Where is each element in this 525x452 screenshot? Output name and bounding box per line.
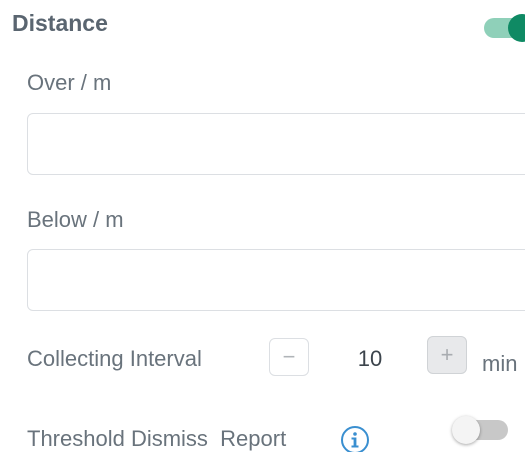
below-input[interactable]: [27, 249, 525, 311]
plus-icon: +: [440, 342, 454, 367]
interval-increment-button[interactable]: +: [427, 336, 467, 374]
distance-enable-toggle[interactable]: [484, 14, 525, 42]
below-label: Below / m: [27, 207, 124, 232]
interval-unit: min: [482, 351, 518, 376]
over-label: Over / m: [27, 70, 112, 95]
over-input[interactable]: [27, 113, 525, 175]
interval-decrement-button[interactable]: −: [269, 338, 309, 376]
interval-value[interactable]: 10: [340, 346, 400, 372]
collecting-interval-label: Collecting Interval: [27, 346, 202, 371]
minus-icon: −: [282, 344, 296, 369]
info-circle-icon[interactable]: [340, 425, 370, 452]
toggle-knob: [452, 416, 480, 444]
distance-settings-panel: Distance Over / m Below / m Collecting I…: [0, 0, 525, 452]
threshold-dismiss-report-label: Threshold Dismiss Report: [27, 426, 287, 451]
section-title: Distance: [12, 10, 108, 36]
threshold-dismiss-toggle[interactable]: [452, 415, 512, 445]
